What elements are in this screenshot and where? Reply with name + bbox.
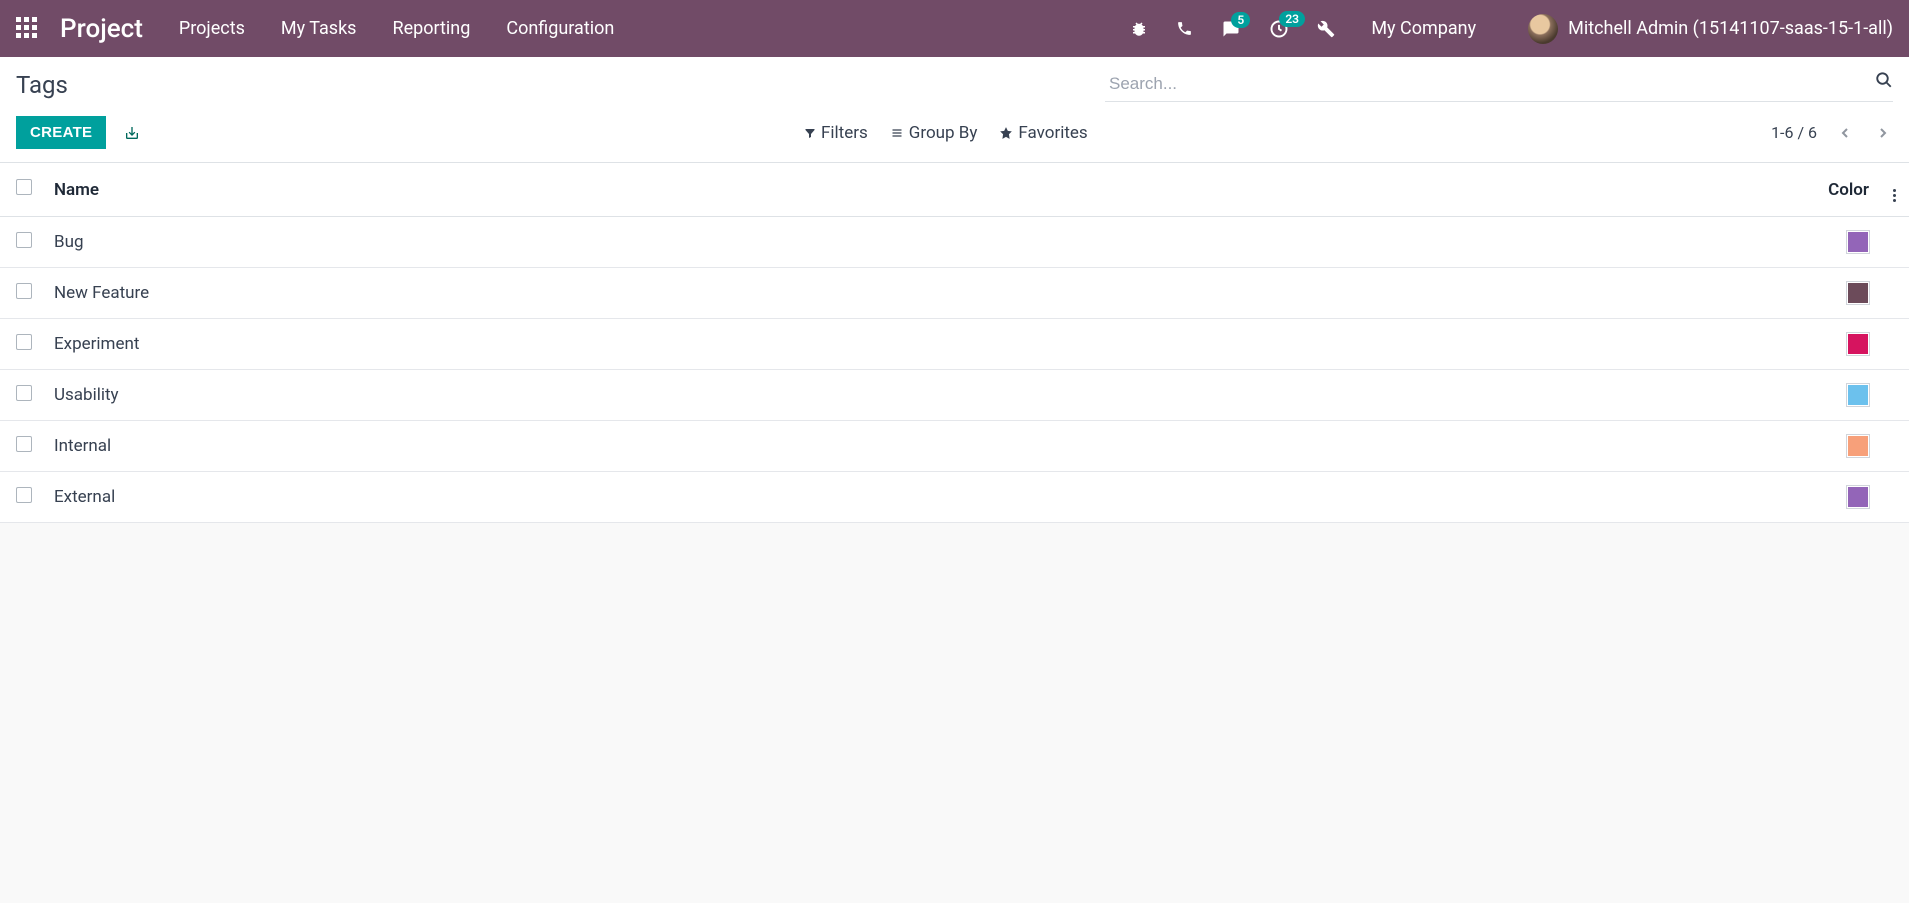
row-checkbox[interactable] [16, 334, 32, 350]
col-name[interactable]: Name [44, 163, 1799, 217]
control-panel: Tags CREATE Filters Group By Favorite [0, 57, 1909, 163]
table-row[interactable]: Internal [0, 421, 1909, 472]
filters-button[interactable]: Filters [804, 123, 868, 143]
activity-badge: 23 [1279, 11, 1305, 27]
table-row[interactable]: Usability [0, 370, 1909, 421]
phone-icon[interactable] [1176, 20, 1193, 37]
row-checkbox[interactable] [16, 436, 32, 452]
favorites-label: Favorites [1018, 123, 1087, 143]
search-wrap [1105, 67, 1893, 102]
chat-badge: 5 [1231, 12, 1250, 28]
pager: 1-6 / 6 [1771, 123, 1893, 143]
create-button[interactable]: CREATE [16, 116, 106, 149]
topbar-icons: 5 23 My Company Mitchell Admin (15141107… [1130, 14, 1893, 44]
chat-icon[interactable]: 5 [1221, 20, 1241, 38]
nav-mytasks[interactable]: My Tasks [281, 18, 357, 39]
table-row[interactable]: External [0, 472, 1909, 523]
tags-table: Name Color BugNew FeatureExperimentUsabi… [0, 163, 1909, 523]
search-icon[interactable] [1875, 71, 1893, 89]
table-row[interactable]: Bug [0, 217, 1909, 268]
row-checkbox[interactable] [16, 232, 32, 248]
color-swatch[interactable] [1847, 486, 1869, 508]
row-name: External [44, 472, 1799, 523]
nav-projects[interactable]: Projects [179, 18, 245, 39]
nav-links: Projects My Tasks Reporting Configuratio… [179, 18, 614, 39]
app-brand[interactable]: Project [60, 14, 143, 44]
row-checkbox[interactable] [16, 385, 32, 401]
activity-icon[interactable]: 23 [1269, 19, 1289, 39]
table-row[interactable]: Experiment [0, 319, 1909, 370]
topbar: Project Projects My Tasks Reporting Conf… [0, 0, 1909, 57]
column-options-icon[interactable] [1893, 189, 1896, 202]
color-swatch[interactable] [1847, 384, 1869, 406]
row-checkbox[interactable] [16, 487, 32, 503]
color-swatch[interactable] [1847, 282, 1869, 304]
pager-text: 1-6 / 6 [1771, 123, 1817, 142]
row-name: New Feature [44, 268, 1799, 319]
user-name: Mitchell Admin (15141107-saas-15-1-all) [1568, 18, 1893, 39]
page-title: Tags [16, 71, 68, 99]
row-name: Usability [44, 370, 1799, 421]
groupby-label: Group By [909, 123, 978, 143]
row-name: Bug [44, 217, 1799, 268]
bug-icon[interactable] [1130, 20, 1148, 38]
apps-icon[interactable] [16, 17, 40, 41]
user-menu[interactable]: Mitchell Admin (15141107-saas-15-1-all) [1528, 14, 1893, 44]
avatar [1528, 14, 1558, 44]
color-swatch[interactable] [1847, 333, 1869, 355]
download-button[interactable] [124, 125, 140, 141]
filters-label: Filters [821, 123, 868, 143]
row-name: Internal [44, 421, 1799, 472]
groupby-button[interactable]: Group By [890, 123, 978, 143]
nav-configuration[interactable]: Configuration [506, 18, 614, 39]
search-options: Filters Group By Favorites [804, 123, 1088, 143]
table-row[interactable]: New Feature [0, 268, 1909, 319]
pager-prev[interactable] [1835, 123, 1855, 143]
col-color[interactable]: Color [1799, 163, 1879, 217]
nav-reporting[interactable]: Reporting [392, 18, 470, 39]
favorites-button[interactable]: Favorites [999, 123, 1087, 143]
company-name[interactable]: My Company [1371, 18, 1476, 39]
color-swatch[interactable] [1847, 435, 1869, 457]
select-all-checkbox[interactable] [16, 179, 32, 195]
color-swatch[interactable] [1847, 231, 1869, 253]
row-name: Experiment [44, 319, 1799, 370]
row-checkbox[interactable] [16, 283, 32, 299]
search-input[interactable] [1105, 67, 1893, 102]
tools-icon[interactable] [1317, 20, 1335, 38]
pager-next[interactable] [1873, 123, 1893, 143]
